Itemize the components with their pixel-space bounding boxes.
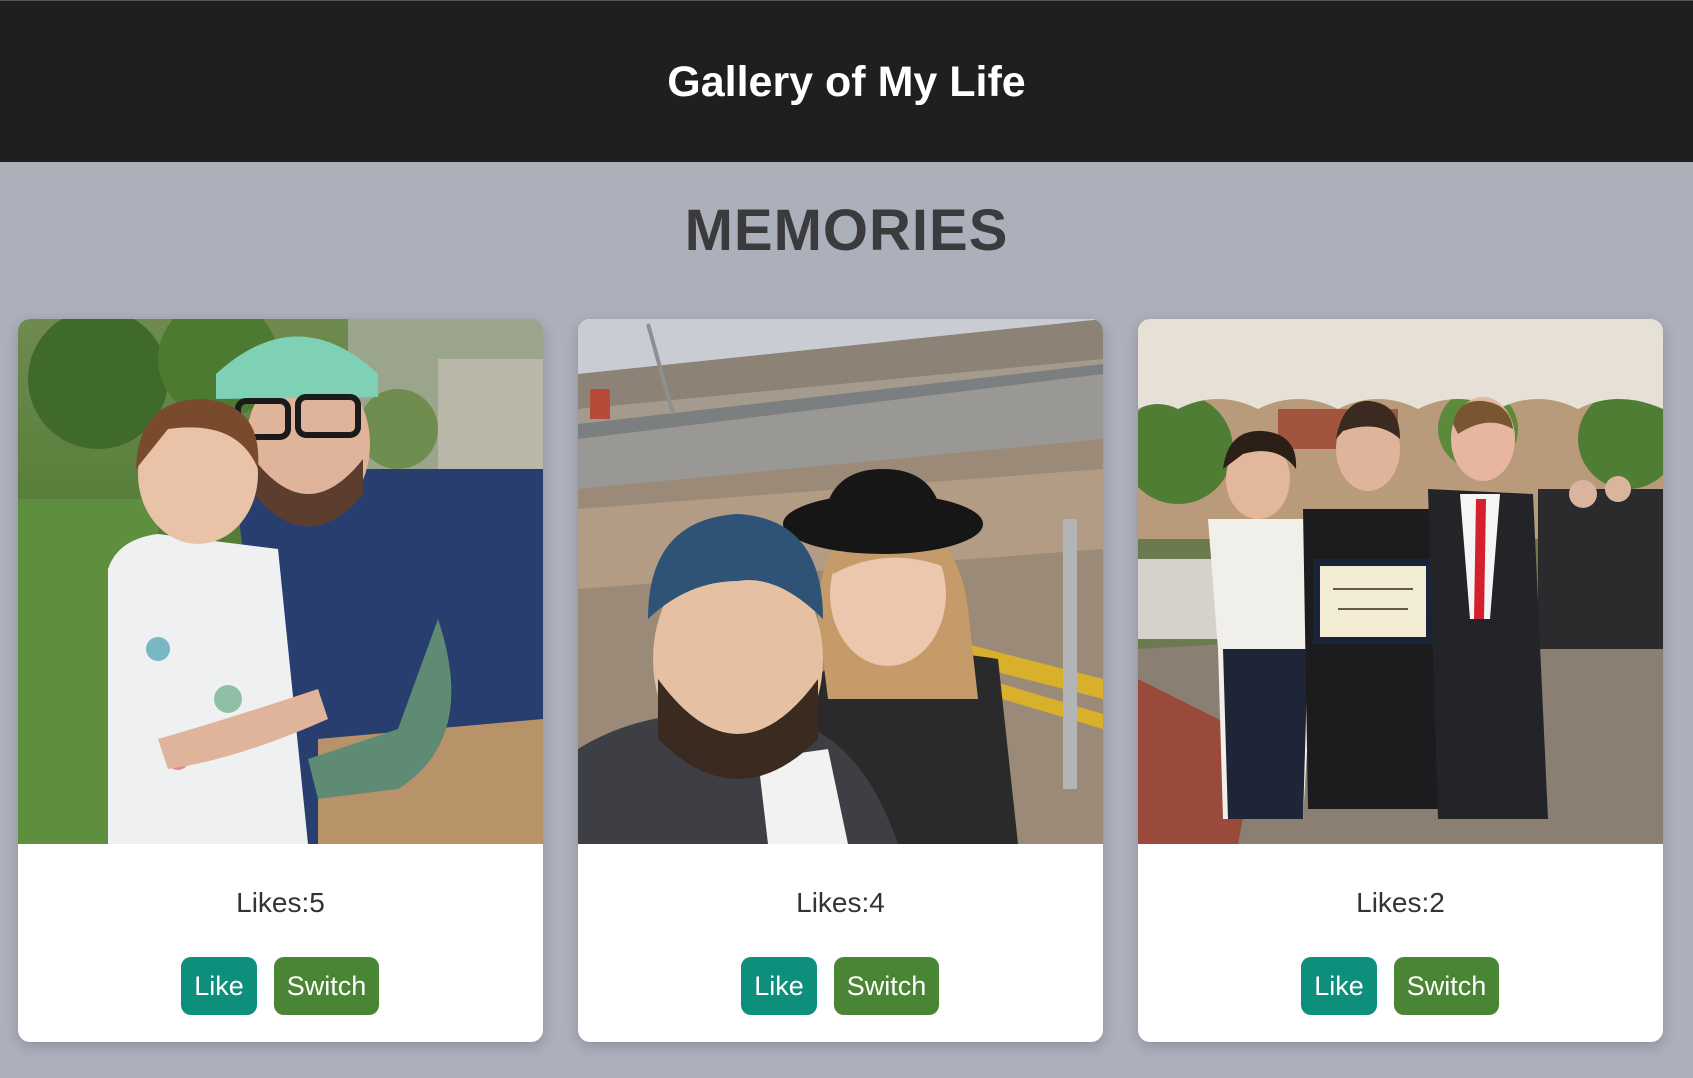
memory-card: Likes:2 Like Switch bbox=[1138, 319, 1663, 1042]
memory-photo-graduation bbox=[1138, 319, 1663, 844]
like-button[interactable]: Like bbox=[1301, 957, 1377, 1015]
like-button[interactable]: Like bbox=[181, 957, 257, 1015]
switch-button[interactable]: Switch bbox=[1394, 957, 1499, 1015]
likes-count: Likes:2 bbox=[1356, 887, 1445, 918]
memory-photo-father-daughter bbox=[18, 319, 543, 844]
memory-card: Likes:5 Like Switch bbox=[18, 319, 543, 1042]
switch-button[interactable]: Switch bbox=[274, 957, 379, 1015]
site-title: Gallery of My Life bbox=[667, 58, 1026, 106]
memory-photo-couple-selfie bbox=[578, 319, 1103, 844]
section-heading: MEMORIES bbox=[684, 198, 1009, 263]
likes-count: Likes:5 bbox=[236, 887, 325, 918]
top-header-bar: Gallery of My Life bbox=[0, 0, 1693, 162]
memory-card: Likes:4 Like Switch bbox=[578, 319, 1103, 1042]
like-button[interactable]: Like bbox=[741, 957, 817, 1015]
switch-button[interactable]: Switch bbox=[834, 957, 939, 1015]
likes-count: Likes:4 bbox=[796, 887, 885, 918]
